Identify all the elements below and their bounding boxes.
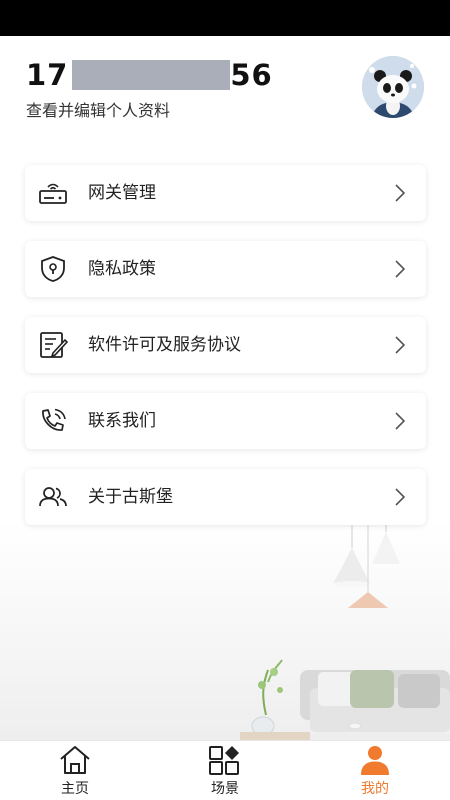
phone-number: 17 56 — [26, 58, 273, 92]
scene-grid-icon — [209, 746, 239, 775]
tab-home[interactable]: 主页 — [0, 741, 150, 800]
chevron-right-icon — [395, 412, 406, 430]
chevron-right-icon — [395, 488, 406, 506]
tab-label: 场景 — [211, 781, 239, 797]
tab-scene[interactable]: 场景 — [150, 741, 300, 800]
profile-header[interactable]: 17 56 查看并编辑个人资料 — [0, 36, 450, 146]
phone-call-icon — [42, 408, 66, 431]
tab-label: 主页 — [61, 781, 89, 797]
avatar[interactable] — [362, 56, 424, 118]
menu-label: 软件许可及服务协议 — [88, 335, 241, 355]
menu-label: 网关管理 — [88, 183, 156, 203]
panda-avatar-icon — [362, 56, 424, 118]
home-icon — [60, 746, 90, 774]
settings-menu: 网关管理 隐私政策 软件许可及服务协议 联系我们 关于古斯堡 — [25, 165, 426, 545]
status-bar — [0, 0, 450, 36]
menu-item-about[interactable]: 关于古斯堡 — [25, 469, 426, 525]
phone-suffix: 56 — [230, 58, 273, 92]
menu-label: 联系我们 — [88, 411, 156, 431]
chevron-right-icon — [395, 184, 406, 202]
privacy-shield-icon — [41, 256, 65, 282]
chevron-right-icon — [395, 260, 406, 278]
tab-mine[interactable]: 我的 — [300, 741, 450, 800]
menu-label: 隐私政策 — [88, 259, 156, 279]
person-icon — [361, 746, 389, 775]
router-icon — [39, 183, 67, 204]
phone-redaction-mask — [72, 60, 231, 90]
menu-item-license[interactable]: 软件许可及服务协议 — [25, 317, 426, 373]
edit-profile-link[interactable]: 查看并编辑个人资料 — [26, 97, 170, 121]
users-icon — [39, 487, 67, 507]
menu-label: 关于古斯堡 — [88, 487, 173, 507]
menu-item-privacy[interactable]: 隐私政策 — [25, 241, 426, 297]
living-room-illustration — [240, 520, 450, 742]
phone-prefix: 17 — [26, 58, 69, 92]
background-illustration — [0, 520, 450, 742]
menu-item-gateway[interactable]: 网关管理 — [25, 165, 426, 221]
tab-label: 我的 — [361, 781, 389, 797]
bottom-tab-bar: 主页 场景 我的 — [0, 740, 450, 800]
license-document-icon — [40, 332, 68, 358]
chevron-right-icon — [395, 336, 406, 354]
menu-item-contact[interactable]: 联系我们 — [25, 393, 426, 449]
